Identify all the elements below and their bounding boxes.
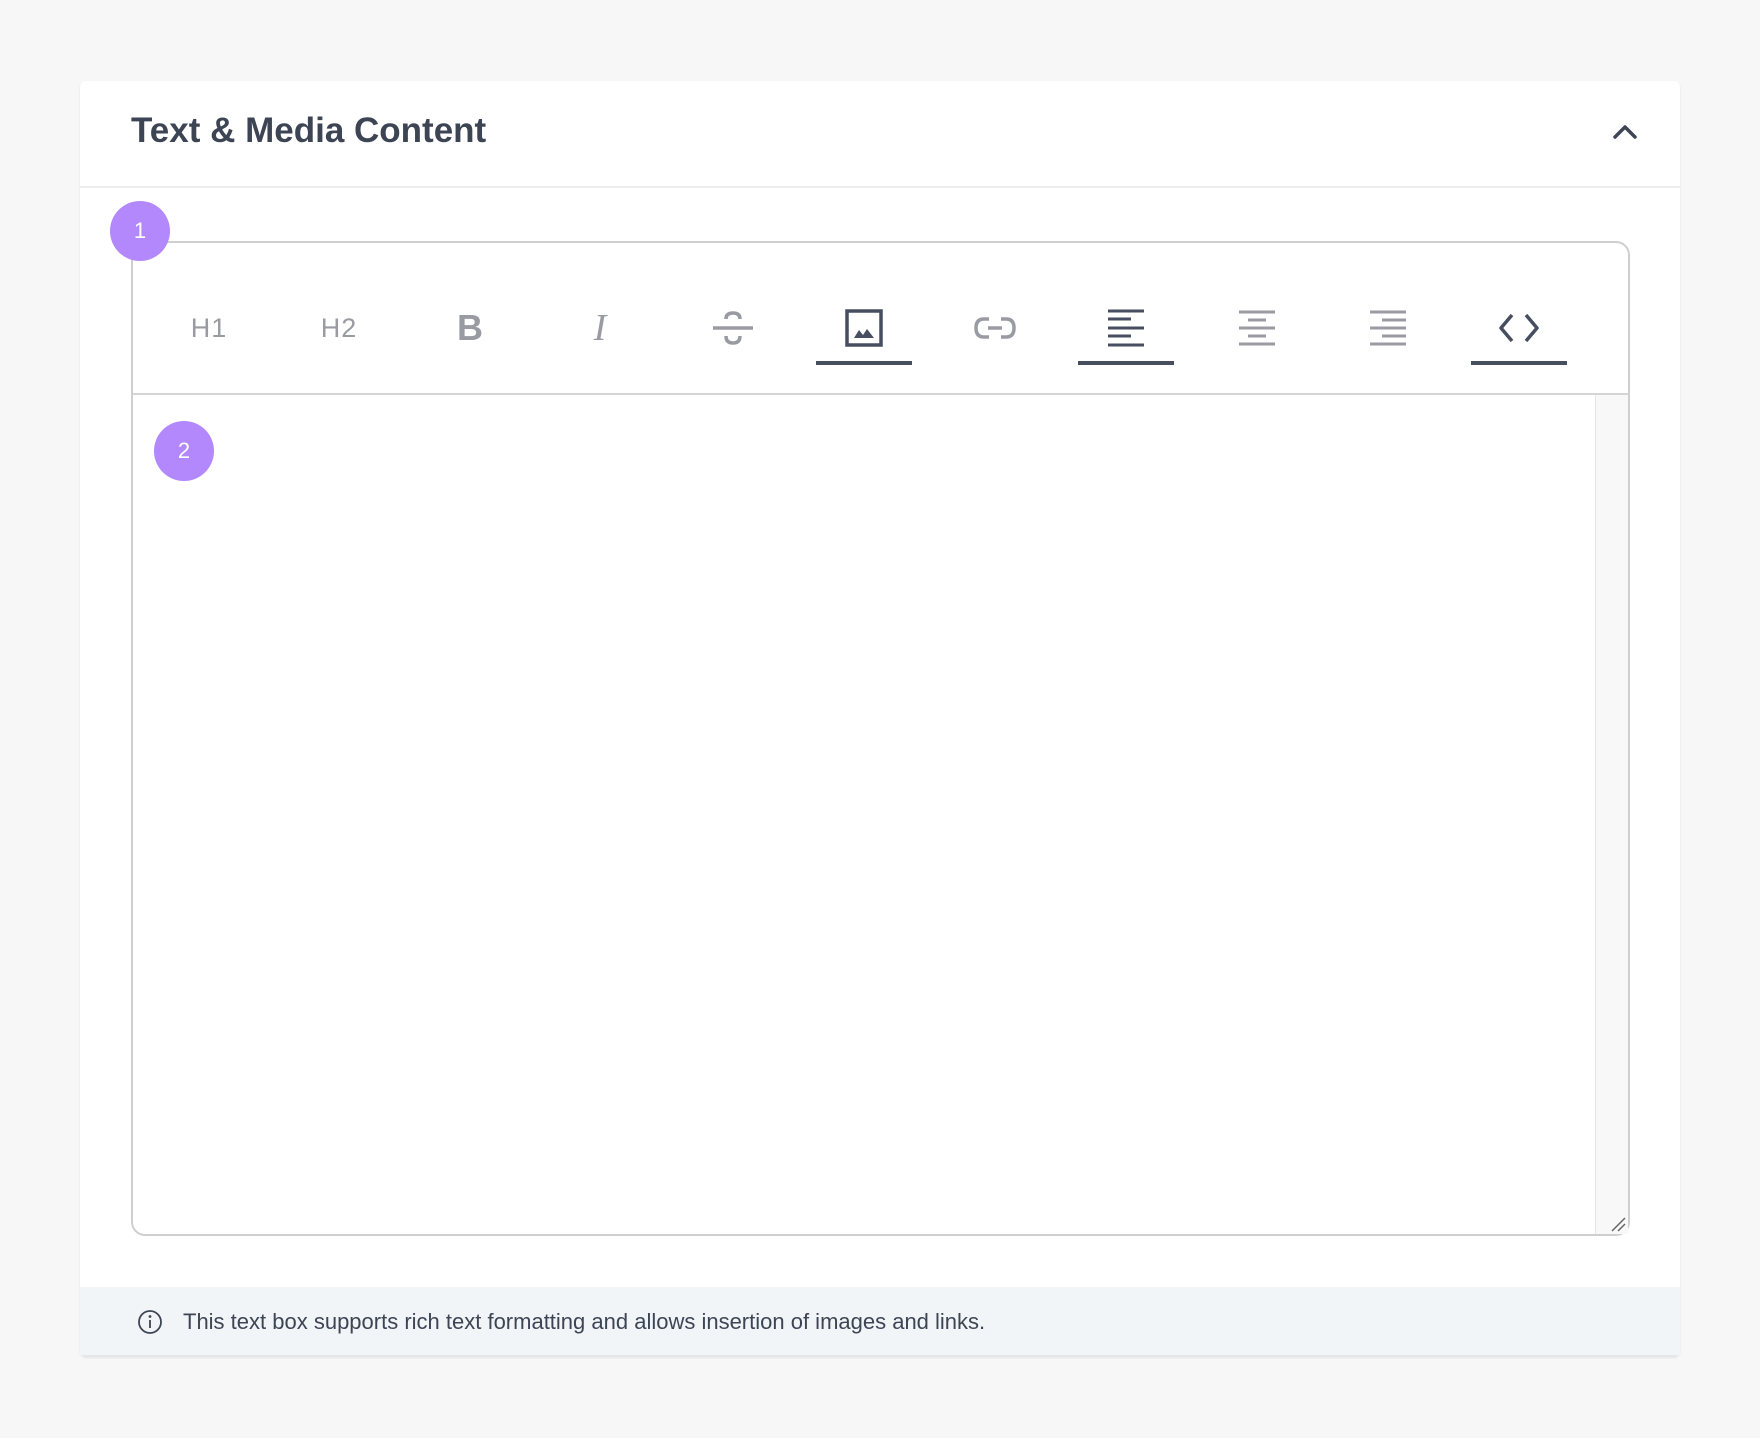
bold-label: B bbox=[457, 307, 483, 348]
panel-header[interactable]: Text & Media Content bbox=[80, 81, 1680, 188]
strikethrough-button[interactable] bbox=[685, 293, 781, 363]
heading-2-label: H2 bbox=[320, 312, 358, 343]
step-badge-1: 1 bbox=[110, 201, 170, 261]
align-center-icon bbox=[1239, 310, 1275, 346]
info-text: This text box supports rich text formatt… bbox=[183, 1309, 986, 1334]
code-button[interactable] bbox=[1471, 293, 1567, 365]
align-left-button[interactable] bbox=[1078, 293, 1174, 365]
link-icon bbox=[974, 317, 1016, 339]
italic-label: I bbox=[593, 307, 607, 349]
heading-1-label: H1 bbox=[190, 312, 228, 343]
italic-button[interactable]: I bbox=[552, 293, 648, 363]
info-icon bbox=[138, 1310, 162, 1334]
image-icon bbox=[845, 309, 883, 347]
strikethrough-icon bbox=[713, 311, 753, 345]
align-right-button[interactable] bbox=[1340, 293, 1436, 363]
step-badge-2: 2 bbox=[154, 421, 214, 481]
chevron-up-icon[interactable] bbox=[1610, 117, 1640, 147]
image-button[interactable] bbox=[816, 293, 912, 365]
align-left-icon bbox=[1108, 309, 1144, 347]
code-icon bbox=[1499, 313, 1539, 343]
editor-scrollbar[interactable] bbox=[1595, 395, 1628, 1234]
heading-2-button[interactable]: H2 bbox=[291, 293, 387, 363]
bold-button[interactable]: B bbox=[422, 293, 518, 363]
text-media-panel: Text & Media Content H1 H2 B I 1 2 This … bbox=[80, 81, 1680, 1357]
align-right-icon bbox=[1370, 310, 1406, 346]
editor-content-area[interactable] bbox=[133, 395, 1594, 1234]
align-center-button[interactable] bbox=[1209, 293, 1305, 363]
link-button[interactable] bbox=[947, 293, 1043, 363]
heading-1-button[interactable]: H1 bbox=[161, 293, 257, 363]
editor-toolbar: H1 H2 B I bbox=[133, 243, 1628, 395]
rich-text-editor: H1 H2 B I bbox=[131, 241, 1630, 1236]
resize-handle-icon[interactable] bbox=[1610, 1216, 1626, 1232]
info-footer: This text box supports rich text formatt… bbox=[80, 1287, 1680, 1357]
panel-title: Text & Media Content bbox=[131, 111, 487, 150]
